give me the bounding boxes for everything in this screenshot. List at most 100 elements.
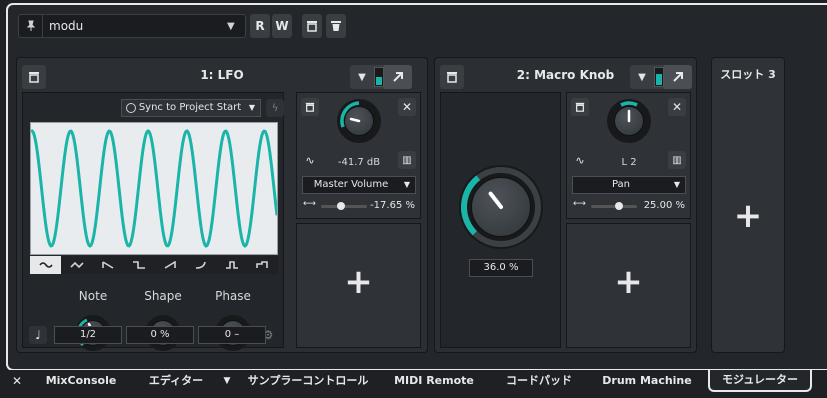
polarity-icon: ∿: [575, 153, 585, 167]
macro-routing-group[interactable]: ▼: [630, 65, 692, 89]
slot3-title: スロット 3: [720, 68, 776, 81]
shape-ramp-up-button[interactable]: [154, 256, 185, 274]
macro-knob-modulator-panel: 2: Macro Knob ▼ 36.0 % ✕ ∿ ▥ L 2 Pan ▼ ⟷…: [434, 57, 697, 353]
bypass-icon: [307, 21, 317, 32]
target-parameter-label: Master Volume: [313, 179, 389, 190]
sync-mode-dropdown[interactable]: Sync to Project Start ▼: [121, 99, 261, 117]
piano-icon: ▥: [672, 154, 682, 166]
arrow-up-right-icon: [673, 72, 683, 82]
shape-value-field[interactable]: 0 %: [126, 326, 194, 344]
target-bypass-button[interactable]: [301, 98, 319, 116]
target-remove-button[interactable]: ✕: [668, 98, 686, 116]
tab-editor[interactable]: エディター: [138, 371, 214, 391]
chevron-down-icon[interactable]: ▼: [350, 72, 374, 83]
tab-chord-pads[interactable]: コードパッド: [494, 371, 584, 391]
chevron-down-icon[interactable]: ▼: [218, 371, 236, 391]
shape-sine-button[interactable]: [30, 256, 61, 274]
empty-slot-3[interactable]: スロット 3 +: [711, 57, 785, 353]
macro-value-field[interactable]: 36.0 %: [469, 259, 533, 277]
drag-target-button[interactable]: [384, 65, 412, 89]
chevron-down-icon: ▼: [248, 103, 255, 112]
drag-target-button[interactable]: [664, 65, 692, 89]
lfo-modulator-panel: 1: LFO ▼ Sync to Project Start ▼ ϟ Note …: [16, 57, 428, 353]
range-icon: ⟷: [573, 199, 586, 209]
bypass-all-button[interactable]: [302, 14, 322, 38]
range-slider[interactable]: [321, 202, 367, 210]
target-parameter-dropdown[interactable]: Master Volume ▼: [302, 176, 416, 194]
lightning-icon: ϟ: [271, 102, 279, 114]
modulation-depth-knob[interactable]: [607, 99, 651, 143]
plus-icon: +: [614, 262, 643, 302]
delete-button[interactable]: [326, 14, 346, 38]
tab-midi-remote[interactable]: MIDI Remote: [384, 371, 484, 391]
tab-sampler-control[interactable]: サンプラーコントロール: [246, 371, 370, 391]
lfo-add-target-slot[interactable]: +: [296, 223, 421, 348]
close-icon: ✕: [401, 100, 413, 114]
close-icon[interactable]: ✕: [8, 371, 26, 391]
waveform-shape-selector: [30, 256, 278, 274]
pin-icon[interactable]: [19, 15, 43, 37]
shape-curve-button[interactable]: [185, 256, 216, 274]
lfo-routing-group[interactable]: ▼: [350, 65, 412, 89]
range-value: -17.65 %: [370, 200, 415, 211]
preset-selector[interactable]: modu ▼: [18, 14, 246, 38]
read-automation-button[interactable]: R: [250, 14, 270, 38]
range-slider[interactable]: [591, 202, 637, 210]
bypass-icon: [305, 102, 315, 112]
phase-label: Phase: [215, 289, 251, 303]
retrigger-button[interactable]: ϟ: [266, 99, 284, 117]
note-mode-button[interactable]: ♩: [29, 326, 47, 344]
note-label: Note: [78, 289, 108, 303]
sync-icon: [126, 103, 136, 113]
tab-drum-machine[interactable]: Drum Machine: [592, 371, 702, 391]
lfo-main-area: Sync to Project Start ▼ ϟ Note Shape Pha…: [22, 92, 284, 351]
trash-icon: [331, 21, 341, 31]
close-icon: ✕: [671, 100, 683, 114]
phase-value-field[interactable]: 0 –: [198, 326, 266, 344]
lfo-target-slot-1: ✕ ∿ ▥ -41.7 dB Master Volume ▼ ⟷ -17.65 …: [296, 92, 421, 219]
macro-target-slot-1: ✕ ∿ ▥ L 2 Pan ▼ ⟷ 25.00 %: [566, 92, 691, 219]
polarity-button[interactable]: ∿: [571, 151, 589, 169]
shape-triangle-button[interactable]: [61, 256, 92, 274]
chevron-down-icon: ▼: [227, 20, 235, 32]
polarity-button[interactable]: ∿: [301, 151, 319, 169]
note-icon: ♩: [35, 328, 41, 342]
chevron-down-icon[interactable]: ▼: [630, 72, 654, 83]
target-parameter-label: Pan: [611, 179, 631, 190]
plus-icon: +: [733, 196, 763, 236]
target-bypass-button[interactable]: [571, 98, 589, 116]
piano-icon: ▥: [402, 154, 412, 166]
modulation-depth-knob[interactable]: [337, 99, 381, 143]
output-meter: [654, 67, 664, 87]
output-meter: [374, 67, 384, 87]
macro-main-area: 36.0 %: [440, 92, 561, 348]
note-value-field[interactable]: 1/2: [54, 326, 122, 344]
arrow-up-right-icon: [393, 72, 403, 82]
target-remove-button[interactable]: ✕: [398, 98, 416, 116]
shape-label: Shape: [144, 289, 182, 303]
range-value: 25.00 %: [643, 200, 685, 211]
midi-learn-button[interactable]: ▥: [668, 151, 686, 169]
macro-add-target-slot[interactable]: +: [566, 223, 691, 348]
target-readout: -41.7 dB: [337, 157, 381, 168]
preset-value: modu: [49, 19, 84, 33]
shape-step-button[interactable]: [247, 256, 278, 274]
range-row: ⟷ 25.00 %: [573, 199, 687, 213]
shape-pulse-button[interactable]: [216, 256, 247, 274]
shape-ramp-down-button[interactable]: [92, 256, 123, 274]
tab-modulators[interactable]: モジュレーター: [708, 370, 812, 392]
target-parameter-dropdown[interactable]: Pan ▼: [572, 176, 686, 194]
range-icon: ⟷: [303, 199, 316, 209]
chevron-down-icon: ▼: [673, 180, 680, 189]
polarity-icon: ∿: [305, 153, 315, 167]
midi-learn-button[interactable]: ▥: [398, 151, 416, 169]
target-readout: L 2: [621, 157, 637, 168]
range-row: ⟷ -17.65 %: [303, 199, 417, 213]
sync-mode-label: Sync to Project Start: [138, 102, 242, 113]
write-automation-button[interactable]: W: [272, 14, 292, 38]
chevron-down-icon: ▼: [403, 180, 410, 189]
lfo-waveform: [30, 129, 279, 248]
shape-square-button[interactable]: [123, 256, 154, 274]
macro-big-knob[interactable]: [459, 165, 543, 249]
tab-mixconsole[interactable]: MixConsole: [34, 371, 128, 391]
